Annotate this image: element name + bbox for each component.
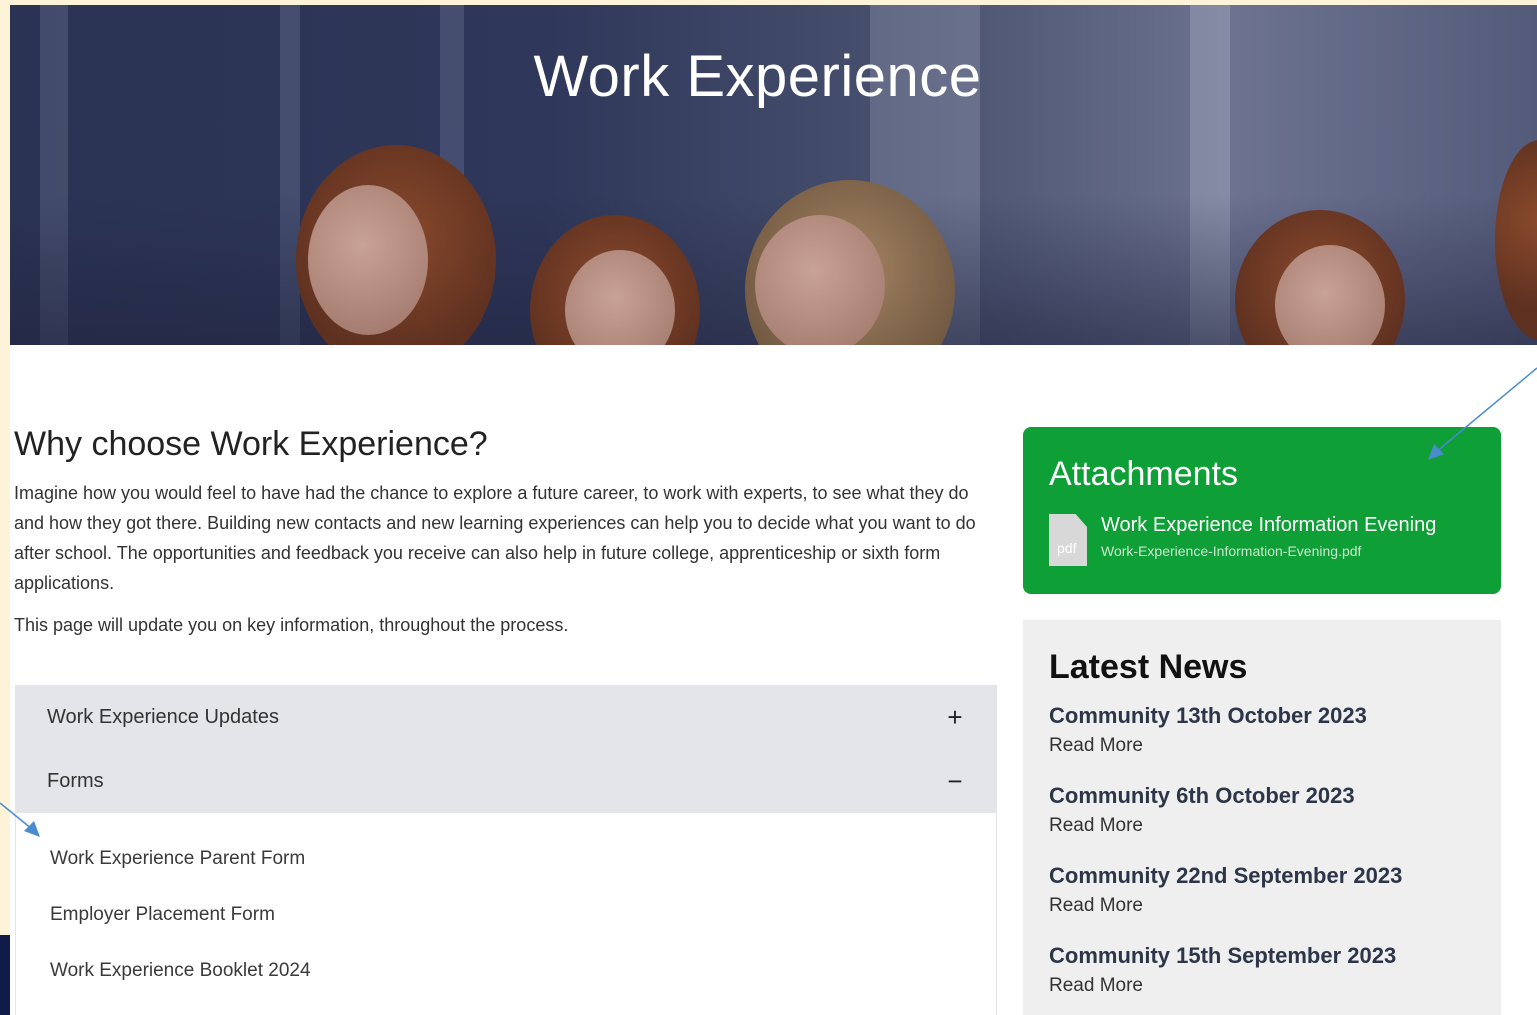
news-title[interactable]: Community 6th October 2023 — [1049, 783, 1475, 809]
hero-banner: Work Experience — [10, 5, 1537, 345]
annotation-arrow-right — [1428, 367, 1537, 460]
latest-news-panel: Latest News Community 13th October 2023 … — [1023, 620, 1501, 1015]
accordion: Work Experience Updates + Forms − Work E… — [15, 685, 997, 1015]
accordion-label: Work Experience Updates — [47, 705, 279, 728]
parent-form-link[interactable]: Work Experience Parent Form — [16, 837, 996, 893]
news-item: Community 22nd September 2023 Read More — [1049, 863, 1475, 917]
section-heading: Why choose Work Experience? — [14, 425, 488, 463]
pdf-file-icon: pdf — [1049, 514, 1087, 566]
attachment-filename: Work-Experience-Information-Evening.pdf — [1101, 543, 1362, 559]
read-more-link[interactable]: Read More — [1049, 975, 1475, 997]
attachment-item[interactable]: pdf Work Experience Information Evening … — [1049, 514, 1475, 566]
minus-icon[interactable]: − — [943, 766, 967, 797]
page: Work Experience Why choose Work Experien… — [10, 5, 1537, 1015]
latest-news-heading: Latest News — [1049, 648, 1248, 686]
news-item: Community 6th October 2023 Read More — [1049, 783, 1475, 837]
accordion-work-experience-updates[interactable]: Work Experience Updates + — [15, 685, 997, 749]
attachment-title[interactable]: Work Experience Information Evening — [1101, 514, 1436, 537]
page-title: Work Experience — [533, 44, 982, 109]
main-content: Why choose Work Experience? Imagine how … — [14, 425, 999, 640]
employer-placement-form-link[interactable]: Employer Placement Form — [16, 893, 996, 949]
news-title[interactable]: Community 22nd September 2023 — [1049, 863, 1475, 889]
update-note: This page will update you on key informa… — [14, 615, 569, 635]
attachments-heading: Attachments — [1049, 455, 1238, 493]
intro-paragraph: Imagine how you would feel to have had t… — [14, 483, 976, 593]
news-item: Community 15th September 2023 Read More — [1049, 943, 1475, 997]
news-item: Community 13th October 2023 Read More — [1049, 703, 1475, 757]
read-more-link[interactable]: Read More — [1049, 735, 1475, 757]
read-more-link[interactable]: Read More — [1049, 815, 1475, 837]
plus-icon[interactable]: + — [943, 702, 967, 733]
left-edge-strip — [0, 935, 10, 1015]
annotation-arrow-left — [0, 802, 40, 837]
pdf-icon-label: pdf — [1057, 540, 1077, 556]
news-title[interactable]: Community 15th September 2023 — [1049, 943, 1475, 969]
news-title[interactable]: Community 13th October 2023 — [1049, 703, 1475, 729]
read-more-link[interactable]: Read More — [1049, 895, 1475, 917]
forms-panel: Work Experience Parent Form Employer Pla… — [15, 813, 997, 1015]
accordion-forms[interactable]: Forms − — [15, 749, 997, 813]
booklet-link[interactable]: Work Experience Booklet 2024 — [16, 949, 996, 1005]
accordion-label: Forms — [47, 769, 104, 792]
